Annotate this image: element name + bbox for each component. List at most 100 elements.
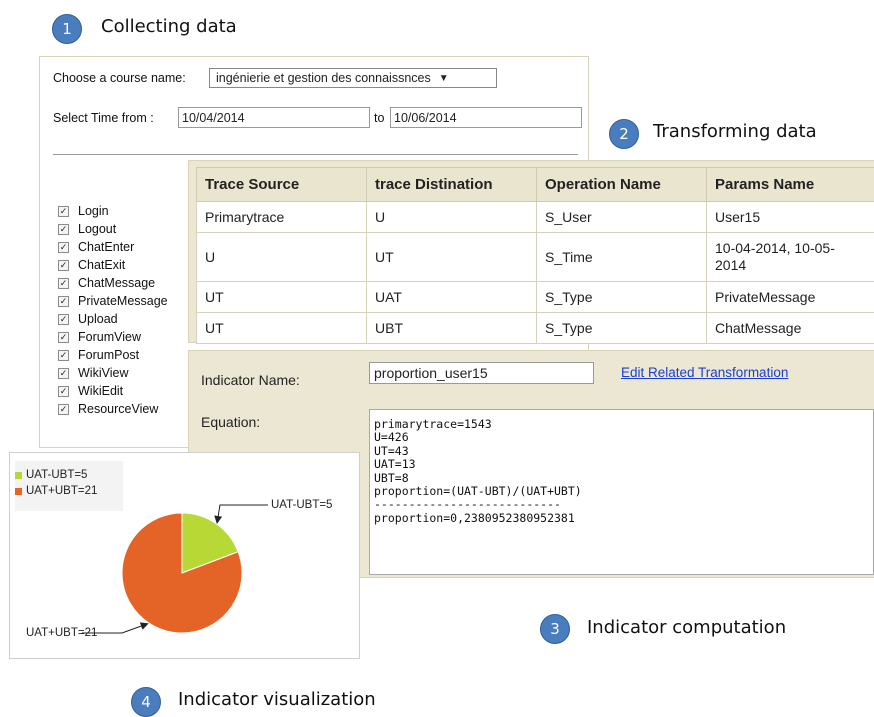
event-checkbox-item[interactable]: ✓ ChatExit xyxy=(58,256,168,274)
step-2-marker: 2 xyxy=(609,119,639,149)
event-checkbox-item[interactable]: ✓ Logout xyxy=(58,220,168,238)
column-header: Params Name xyxy=(706,167,874,202)
step-1-label: Collecting data xyxy=(101,16,237,37)
checkbox-label: WikiEdit xyxy=(78,384,124,398)
step-4-label: Indicator visualization xyxy=(178,689,376,710)
table-row[interactable]: UT UBT S_Type ChatMessage xyxy=(196,312,874,344)
checkbox[interactable]: ✓ xyxy=(58,277,69,289)
checkbox[interactable]: ✓ xyxy=(58,367,69,379)
checkbox-label: ChatEnter xyxy=(78,240,135,254)
table-cell: User15 xyxy=(706,201,874,233)
time-to-input[interactable]: 10/06/2014 xyxy=(390,107,582,128)
table-row[interactable]: U UT S_Time 10-04-2014, 10-05-2014 xyxy=(196,232,874,282)
visualization-panel: UAT-UBT=5 UAT+UBT=21 UAT-UBT=5 UAT+UBT=2… xyxy=(9,452,360,659)
checkbox[interactable]: ✓ xyxy=(58,259,69,271)
table-cell: PrivateMessage xyxy=(706,281,874,313)
table-row[interactable]: UT UAT S_Type PrivateMessage xyxy=(196,281,874,313)
checkbox[interactable]: ✓ xyxy=(58,313,69,325)
step-3-number: 3 xyxy=(550,620,560,638)
event-checkbox-item[interactable]: ✓ PrivateMessage xyxy=(58,292,168,310)
checkbox[interactable]: ✓ xyxy=(58,205,69,217)
event-checkbox-item[interactable]: ✓ ResourceView xyxy=(58,400,168,418)
column-header: Operation Name xyxy=(536,167,707,202)
checkbox[interactable]: ✓ xyxy=(58,295,69,307)
checkbox[interactable]: ✓ xyxy=(58,241,69,253)
step-2-label: Transforming data xyxy=(653,121,817,142)
checkbox-label: Upload xyxy=(78,312,118,326)
checkbox-label: ResourceView xyxy=(78,402,159,416)
course-select-value: ingénierie et gestion des connaissnces xyxy=(216,71,431,85)
indicator-name-label: Indicator Name: xyxy=(201,372,300,388)
table-cell: ChatMessage xyxy=(706,312,874,344)
chevron-down-icon: ▼ xyxy=(438,72,449,84)
equation-textarea[interactable]: primarytrace=1543 U=426 UT=43 UAT=13 UBT… xyxy=(369,409,874,575)
table-cell: UAT xyxy=(366,281,537,313)
transform-panel: Trace Source trace Distination Operation… xyxy=(188,160,874,344)
checkbox-label: ChatExit xyxy=(78,258,126,272)
column-header: trace Distination xyxy=(366,167,537,202)
table-cell: U xyxy=(196,232,367,282)
step-2-number: 2 xyxy=(619,125,629,143)
checkbox-label: PrivateMessage xyxy=(78,294,168,308)
edit-related-transformation-link[interactable]: Edit Related Transformation xyxy=(621,365,788,380)
divider xyxy=(53,154,578,155)
step-3-label: Indicator computation xyxy=(587,617,787,638)
time-to-label: to xyxy=(374,111,385,125)
table-row[interactable]: Primarytrace U S_User User15 xyxy=(196,201,874,233)
time-from-input[interactable]: 10/04/2014 xyxy=(178,107,370,128)
equation-line: proportion=0,2380952380952381 xyxy=(374,510,575,525)
event-checkbox-item[interactable]: ✓ ForumView xyxy=(58,328,168,346)
leader-line xyxy=(214,504,268,524)
step-4-number: 4 xyxy=(141,693,151,711)
step-1-number: 1 xyxy=(62,20,72,38)
table-header-row: Trace Source trace Distination Operation… xyxy=(196,167,874,202)
equation-label: Equation: xyxy=(201,414,261,430)
step-4-marker: 4 xyxy=(131,687,161,717)
slice-label-uat-ubt: UAT-UBT=5 xyxy=(271,499,333,511)
table-cell: Primarytrace xyxy=(196,201,367,233)
checkbox-label: ChatMessage xyxy=(78,276,156,290)
equation-line: U=426 xyxy=(374,430,409,445)
event-checkbox-item[interactable]: ✓ WikiEdit xyxy=(58,382,168,400)
table-cell: U xyxy=(366,201,537,233)
event-checkbox-item[interactable]: ✓ WikiView xyxy=(58,364,168,382)
step-3-marker: 3 xyxy=(540,614,570,644)
slice-label-uat-plus-ubt: UAT+UBT=21 xyxy=(26,627,98,639)
checkbox[interactable]: ✓ xyxy=(58,385,69,397)
equation-line: UBT=8 xyxy=(374,470,409,485)
table-cell: UT xyxy=(196,281,367,313)
course-select[interactable]: ingénierie et gestion des connaissnces ▼ xyxy=(209,68,497,88)
table-cell: S_Time xyxy=(536,232,707,282)
checkbox[interactable]: ✓ xyxy=(58,223,69,235)
checkbox-label: Logout xyxy=(78,222,117,236)
course-label: Choose a course name: xyxy=(53,71,186,85)
column-header: Trace Source xyxy=(196,167,367,202)
equation-line: UAT=13 xyxy=(374,457,416,472)
equation-line: primarytrace=1543 xyxy=(374,417,492,431)
checkbox[interactable]: ✓ xyxy=(58,349,69,361)
checkbox-label: Login xyxy=(78,204,109,218)
time-from-label: Select Time from : xyxy=(53,111,154,125)
table-cell: S_Type xyxy=(536,281,707,313)
equation-line: --------------------------- xyxy=(374,497,561,512)
table-cell: S_Type xyxy=(536,312,707,344)
event-checkbox-item[interactable]: ✓ ChatEnter xyxy=(58,238,168,256)
event-checkbox-item[interactable]: ✓ Login xyxy=(58,202,168,220)
checkbox-label: ForumPost xyxy=(78,348,140,362)
checkbox[interactable]: ✓ xyxy=(58,403,69,415)
equation-line: proportion=(UAT-UBT)/(UAT+UBT) xyxy=(374,484,582,499)
table-cell: UT xyxy=(366,232,537,282)
event-checkbox-item[interactable]: ✓ ForumPost xyxy=(58,346,168,364)
checkbox[interactable]: ✓ xyxy=(58,331,69,343)
event-checkbox-item[interactable]: ✓ ChatMessage xyxy=(58,274,168,292)
event-checkbox-item[interactable]: ✓ Upload xyxy=(58,310,168,328)
step-1-marker: 1 xyxy=(52,14,82,44)
indicator-name-input[interactable]: proportion_user15 xyxy=(369,362,594,384)
checkbox-label: WikiView xyxy=(78,366,129,380)
transformation-table: Trace Source trace Distination Operation… xyxy=(196,167,874,344)
equation-line: UT=43 xyxy=(374,443,409,458)
event-checkbox-list: ✓ Login ✓ Logout ✓ ChatEnter ✓ ChatExit ✓ ChatMes… xyxy=(58,202,168,418)
table-cell: 10-04-2014, 10-05-2014 xyxy=(706,232,874,282)
table-cell: UT xyxy=(196,312,367,344)
checkbox-label: ForumView xyxy=(78,330,141,344)
